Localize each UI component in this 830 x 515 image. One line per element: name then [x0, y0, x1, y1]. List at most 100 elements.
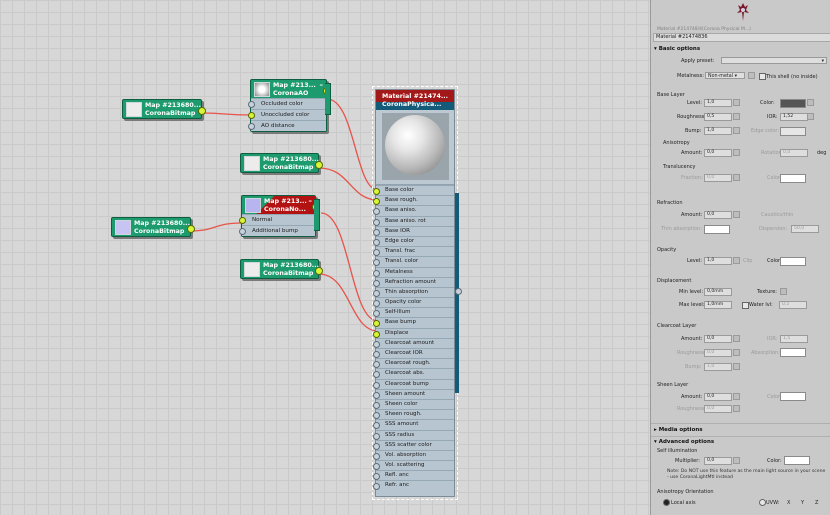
self-illum-map-button[interactable]	[733, 457, 740, 464]
slot-normal[interactable]: Normal	[239, 214, 315, 225]
local-axis-radio[interactable]	[663, 499, 670, 506]
material-slot[interactable]: Clearcoat abs.	[373, 368, 454, 379]
disp-min-spinner[interactable]: 0,0mm	[704, 288, 732, 296]
input-socket[interactable]	[373, 412, 380, 420]
preset-dropdown[interactable]: ▾	[721, 57, 827, 64]
bitmap-node-d[interactable]: Map #213680... CoronaBitmap	[240, 259, 323, 279]
material-slot[interactable]: Refl. anc	[373, 470, 454, 481]
opacity-map-button[interactable]	[733, 257, 740, 264]
base-color-swatch[interactable]	[780, 99, 806, 108]
material-slot[interactable]: Vol. scattering	[373, 460, 454, 471]
material-slot[interactable]: SSS radius	[373, 429, 454, 440]
refraction-amount-map-button[interactable]	[733, 211, 740, 218]
input-socket[interactable]	[239, 228, 246, 235]
output-socket[interactable]	[315, 267, 323, 275]
input-socket[interactable]	[373, 401, 380, 409]
ior-spinner[interactable]: 1,52	[780, 113, 808, 121]
input-socket[interactable]	[373, 422, 380, 430]
input-socket[interactable]	[373, 218, 380, 226]
output-socket[interactable]	[455, 288, 462, 295]
level-map-button[interactable]	[733, 99, 740, 106]
material-slot[interactable]: Edge color	[373, 235, 454, 246]
cc-bump-map-button[interactable]	[733, 363, 740, 370]
material-slot[interactable]: Base aniso.	[373, 205, 454, 216]
input-socket[interactable]	[373, 371, 380, 379]
material-slot[interactable]: Refraction amount	[373, 276, 454, 287]
water-level-spinner[interactable]: 0,5	[779, 301, 807, 309]
collapse-icon[interactable]: –	[320, 81, 324, 89]
input-socket[interactable]	[373, 249, 380, 257]
cc-rough-spinner[interactable]: 0,0	[704, 349, 732, 357]
material-slot[interactable]: Opacity color	[373, 297, 454, 308]
rollout-basic-options[interactable]: ▾ Basic options	[654, 45, 828, 53]
input-socket[interactable]	[373, 310, 380, 318]
input-socket[interactable]	[373, 381, 380, 389]
material-slot[interactable]: Base aniso. rot	[373, 215, 454, 226]
sheen-amount-map-button[interactable]	[733, 393, 740, 400]
sheen-amount-spinner[interactable]: 0,0	[704, 393, 732, 401]
input-socket[interactable]	[373, 442, 380, 450]
material-slot[interactable]: Vol. absorption	[373, 449, 454, 460]
material-slot[interactable]: Base color	[373, 185, 454, 195]
input-socket[interactable]	[373, 208, 380, 216]
input-socket[interactable]	[373, 198, 380, 206]
material-slot[interactable]: Transl. frac	[373, 246, 454, 257]
rollout-advanced-options[interactable]: ▾ Advanced options	[654, 438, 828, 446]
level-spinner[interactable]: 1,0	[704, 99, 732, 107]
refraction-amount-spinner[interactable]: 0,0	[704, 211, 732, 219]
output-socket[interactable]	[198, 107, 206, 115]
uvw-radio[interactable]	[759, 499, 766, 506]
collapse-icon[interactable]: –	[309, 197, 313, 205]
thin-absorption-swatch[interactable]	[704, 225, 730, 234]
input-socket[interactable]	[373, 391, 380, 399]
material-slot[interactable]: Sheen color	[373, 398, 454, 409]
input-socket[interactable]	[373, 269, 380, 277]
aniso-amount-map-button[interactable]	[733, 149, 740, 156]
transl-fraction-map-button[interactable]	[733, 174, 740, 181]
bitmap-node-c[interactable]: Map #213680... CoronaBitmap	[111, 217, 195, 237]
cc-ior-spinner[interactable]: 1,5	[780, 335, 808, 343]
aniso-rotation-spinner[interactable]: 0,0	[780, 149, 808, 157]
material-slot[interactable]: SSS scatter color	[373, 439, 454, 450]
input-socket[interactable]	[373, 188, 380, 195]
bitmap-node-a[interactable]: Map #213680... CoronaBitmap	[122, 99, 206, 119]
input-socket[interactable]	[239, 217, 246, 224]
material-slot[interactable]: Self-Illum	[373, 307, 454, 318]
ao-node[interactable]: Map #213... CoronaAO – Occluded color Un…	[248, 79, 331, 132]
slot-occluded-color[interactable]: Occluded color	[248, 98, 326, 109]
material-node[interactable]: Material #21474... CoronaPhysica... Base…	[372, 86, 462, 500]
opacity-level-spinner[interactable]: 1,0	[704, 257, 732, 265]
input-socket[interactable]	[373, 330, 380, 338]
opacity-color-swatch[interactable]	[780, 257, 806, 266]
cc-bump-spinner[interactable]: 1,0	[704, 363, 732, 371]
disp-texture-button[interactable]	[780, 288, 787, 295]
slot-ao-distance[interactable]: AO distance	[248, 120, 326, 131]
input-socket[interactable]	[373, 463, 380, 471]
input-socket[interactable]	[373, 238, 380, 246]
dispersion-spinner[interactable]: 50,0	[791, 225, 819, 233]
input-socket[interactable]	[373, 300, 380, 308]
roughness-spinner[interactable]: 0,5	[704, 113, 732, 121]
material-slot[interactable]: Base bump	[373, 317, 454, 328]
input-socket[interactable]	[373, 473, 380, 481]
material-slot[interactable]: Clearcoat bump	[373, 378, 454, 389]
output-socket[interactable]	[187, 225, 195, 233]
input-socket[interactable]	[373, 432, 380, 440]
input-socket[interactable]	[373, 351, 380, 358]
material-slot[interactable]: Metalness	[373, 266, 454, 277]
cc-rough-map-button[interactable]	[733, 349, 740, 356]
bump-map-button[interactable]	[733, 127, 740, 134]
slot-additional-bump[interactable]: Additional bump	[239, 225, 315, 236]
self-illum-multiplier-spinner[interactable]: 0,0	[704, 457, 732, 465]
sheen-color-swatch[interactable]	[780, 392, 806, 401]
bitmap-node-b[interactable]: Map #213680... CoronaBitmap	[240, 153, 323, 173]
input-socket[interactable]	[373, 259, 380, 267]
input-socket[interactable]	[373, 483, 380, 491]
input-socket[interactable]	[248, 123, 255, 130]
material-slot[interactable]: Transl. color	[373, 256, 454, 267]
material-slot[interactable]: Thin absorption	[373, 286, 454, 297]
input-socket[interactable]	[248, 112, 255, 119]
input-socket[interactable]	[373, 452, 380, 460]
input-socket[interactable]	[373, 320, 380, 328]
transl-color-swatch[interactable]	[780, 174, 806, 183]
